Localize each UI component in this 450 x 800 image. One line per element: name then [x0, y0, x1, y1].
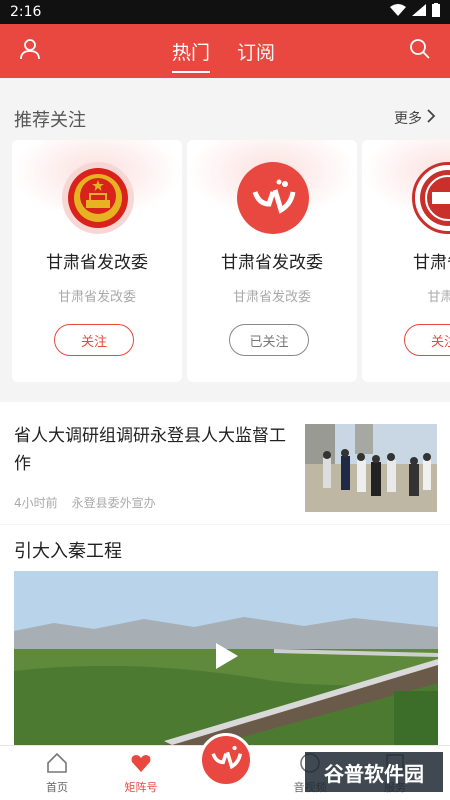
tab-subscribe[interactable]: 订阅 [237, 38, 275, 65]
more-label: 更多 [394, 111, 422, 127]
account-name: 甘肃省发改委 [46, 253, 148, 273]
top-bar: 热门 订阅 [0, 24, 450, 78]
tab-hot[interactable]: 热门 [172, 38, 211, 73]
account-name: 甘肃省发改委 [221, 253, 323, 273]
account-desc: 甘肃省 [427, 290, 450, 305]
tab-home[interactable]: 首页 [17, 752, 97, 795]
status-time: 2:16 [10, 4, 42, 20]
app-logo-icon [206, 738, 246, 782]
follow-button[interactable]: 关注 [54, 324, 134, 356]
emblem-icon [62, 162, 134, 234]
section-title: 推荐关注 [14, 110, 86, 131]
follow-button[interactable]: 关注 [404, 324, 450, 356]
watermark: 谷普软件园 [305, 752, 443, 792]
account-card[interactable]: 甘肃省发改委 甘肃省发改委 已关注 [187, 140, 357, 382]
account-name: 甘肃省宗 [413, 253, 450, 273]
heart-icon [130, 755, 152, 777]
news-title: 省人大调研组调研永登县人大监督工作 [14, 426, 286, 474]
center-logo-button[interactable] [199, 733, 253, 787]
news-item[interactable]: 省人大调研组调研永登县人大监督工作 4小时前 永登县委外宣办 [0, 402, 450, 524]
seal-icon [412, 162, 450, 234]
app-logo-icon [237, 162, 309, 234]
news-meta: 4小时前 永登县委外宣办 [14, 494, 156, 511]
battery-icon [432, 3, 440, 21]
tab-label: 首页 [46, 781, 68, 794]
video-thumbnail[interactable] [14, 571, 438, 745]
recommend-cards: 甘肃省发改委 甘肃省发改委 关注 甘肃省发改委 甘肃省发改委 已关注 甘肃省宗 … [0, 140, 450, 382]
home-icon [46, 752, 68, 777]
watermark-text: 谷普软件园 [324, 761, 424, 786]
more-link[interactable]: 更多 [394, 108, 436, 128]
tab-matrix[interactable]: 矩阵号 [101, 752, 181, 795]
status-bar: 2:16 [0, 0, 450, 24]
play-icon[interactable] [210, 641, 240, 671]
signal-icon [412, 4, 426, 20]
news-thumbnail [305, 424, 437, 512]
tab-label: 矩阵号 [124, 781, 158, 794]
news-item-video[interactable]: 引大入秦工程 [0, 525, 450, 745]
chevron-right-icon [426, 109, 436, 127]
account-desc: 甘肃省发改委 [232, 290, 311, 305]
recommend-header: 推荐关注 更多 [0, 100, 450, 136]
user-icon[interactable] [18, 37, 42, 65]
search-icon[interactable] [408, 37, 432, 65]
account-desc: 甘肃省发改委 [57, 290, 136, 305]
account-card[interactable]: 甘肃省发改委 甘肃省发改委 关注 [12, 140, 182, 382]
news-source: 永登县委外宣办 [71, 496, 156, 510]
wifi-icon [390, 4, 406, 20]
news-title: 引大入秦工程 [14, 541, 122, 562]
news-time: 4小时前 [14, 496, 58, 510]
account-card[interactable]: 甘肃省宗 甘肃省 关注 [362, 140, 450, 382]
followed-button[interactable]: 已关注 [229, 324, 309, 356]
